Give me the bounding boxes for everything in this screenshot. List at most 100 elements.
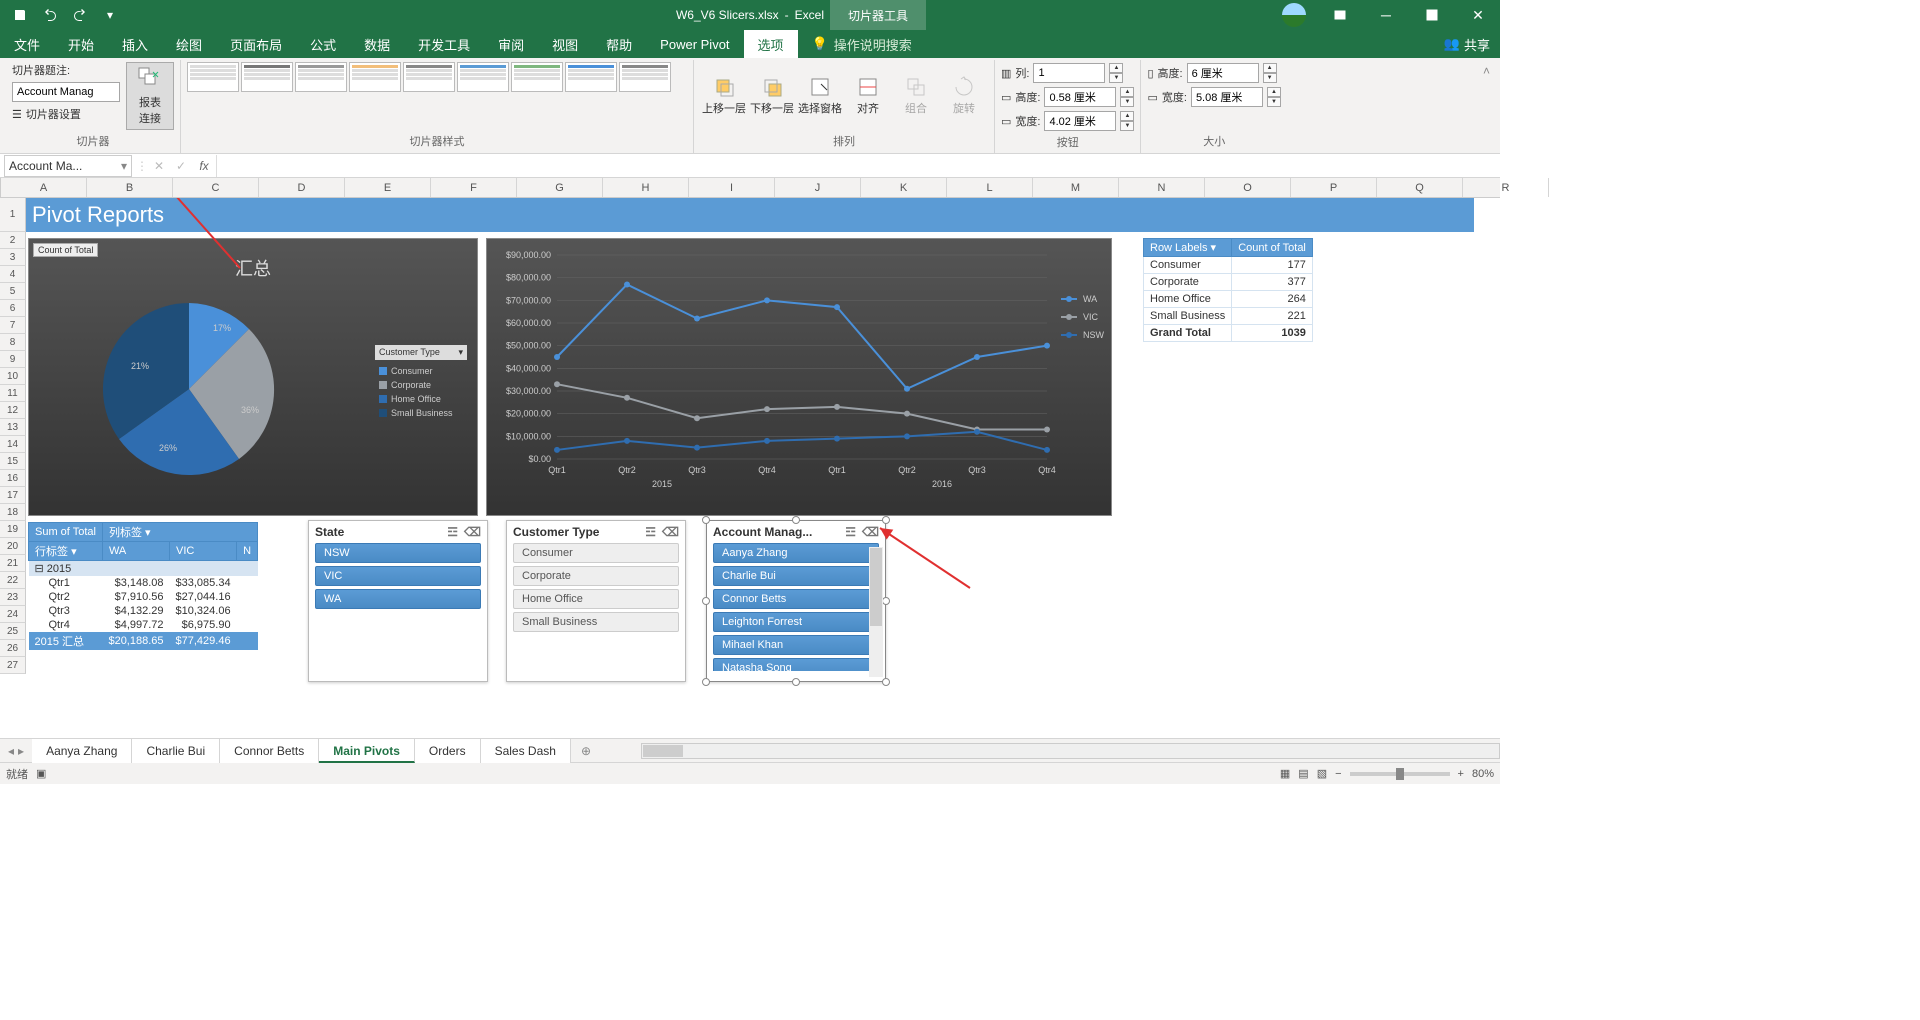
view-pagebreak-icon[interactable]: ▧ bbox=[1317, 767, 1327, 780]
new-sheet-button[interactable]: ⊕ bbox=[571, 744, 601, 758]
zoom-slider[interactable] bbox=[1350, 772, 1450, 776]
slicer-item[interactable]: Small Business bbox=[513, 612, 679, 632]
row-header[interactable]: 18 bbox=[0, 504, 26, 521]
sheet-tab[interactable]: Sales Dash bbox=[481, 739, 571, 763]
slicer-item[interactable]: Connor Betts bbox=[713, 589, 879, 609]
sheet-nav-last-icon[interactable]: ▸ bbox=[18, 744, 24, 758]
row-header[interactable]: 10 bbox=[0, 368, 26, 385]
ribbon-display-options-icon[interactable] bbox=[1318, 0, 1362, 30]
slicer-style-option[interactable] bbox=[349, 62, 401, 92]
slicer-style-gallery[interactable] bbox=[187, 62, 687, 92]
collapse-ribbon-icon[interactable]: ˄ bbox=[1479, 60, 1494, 153]
button-width-input[interactable] bbox=[1044, 111, 1116, 131]
column-header[interactable]: H bbox=[603, 178, 689, 197]
row-header[interactable]: 2 bbox=[0, 232, 26, 249]
slicer-item[interactable]: Consumer bbox=[513, 543, 679, 563]
maximize-button[interactable] bbox=[1410, 0, 1454, 30]
row-header[interactable]: 16 bbox=[0, 470, 26, 487]
row-header[interactable]: 24 bbox=[0, 606, 26, 623]
column-header[interactable]: D bbox=[259, 178, 345, 197]
minimize-button[interactable]: ─ bbox=[1364, 0, 1408, 30]
row-header[interactable]: 26 bbox=[0, 640, 26, 657]
multiselect-icon[interactable]: ☲ bbox=[845, 525, 856, 539]
formula-input[interactable] bbox=[216, 155, 1500, 177]
tab-developer[interactable]: 开发工具 bbox=[404, 30, 484, 58]
report-connections-button[interactable]: 报表 连接 bbox=[126, 62, 174, 130]
row-header[interactable]: 23 bbox=[0, 589, 26, 606]
sheet-tab[interactable]: Main Pivots bbox=[319, 739, 415, 763]
size-width-input[interactable] bbox=[1191, 87, 1263, 107]
row-header[interactable]: 20 bbox=[0, 538, 26, 555]
send-backward-button[interactable]: 下移一层 bbox=[748, 62, 796, 130]
tab-file[interactable]: 文件 bbox=[0, 30, 54, 58]
sheet-nav-first-icon[interactable]: ◂ bbox=[8, 744, 14, 758]
column-header[interactable]: M bbox=[1033, 178, 1119, 197]
columns-spinner[interactable]: ▲▼ bbox=[1109, 63, 1123, 83]
tab-pagelayout[interactable]: 页面布局 bbox=[216, 30, 296, 58]
pie-legend[interactable]: Customer Type▾ ConsumerCorporateHome Off… bbox=[375, 345, 467, 420]
button-height-input[interactable] bbox=[1044, 87, 1116, 107]
undo-icon[interactable] bbox=[36, 3, 64, 27]
save-icon[interactable] bbox=[6, 3, 34, 27]
selection-pane-button[interactable]: 选择窗格 bbox=[796, 62, 844, 130]
pie-chart[interactable]: Count of Total 汇总 17% 36% 26% 21% Custom… bbox=[28, 238, 478, 516]
row-header[interactable]: 1 bbox=[0, 198, 26, 232]
slicer-style-option[interactable] bbox=[241, 62, 293, 92]
clear-filter-icon[interactable]: ⌫ bbox=[862, 525, 879, 539]
close-button[interactable]: ✕ bbox=[1456, 0, 1500, 30]
user-avatar[interactable] bbox=[1282, 3, 1306, 27]
column-header[interactable]: I bbox=[689, 178, 775, 197]
sheet-tab[interactable]: Connor Betts bbox=[220, 739, 319, 763]
slicer-item[interactable]: Aanya Zhang bbox=[713, 543, 879, 563]
clear-filter-icon[interactable]: ⌫ bbox=[662, 525, 679, 539]
column-header[interactable]: C bbox=[173, 178, 259, 197]
line-chart[interactable]: $0.00$10,000.00$20,000.00$30,000.00$40,0… bbox=[486, 238, 1112, 516]
column-header[interactable]: B bbox=[87, 178, 173, 197]
row-header[interactable]: 19 bbox=[0, 521, 26, 538]
slicer-item[interactable]: Charlie Bui bbox=[713, 566, 879, 586]
slicer-item[interactable]: Mihael Khan bbox=[713, 635, 879, 655]
cancel-formula-icon[interactable]: ✕ bbox=[148, 159, 170, 173]
slicer-scrollbar[interactable] bbox=[869, 547, 883, 677]
align-button[interactable]: 对齐 bbox=[844, 62, 892, 130]
column-header[interactable]: K bbox=[861, 178, 947, 197]
slicer-style-option[interactable] bbox=[565, 62, 617, 92]
size-height-input[interactable] bbox=[1187, 63, 1259, 83]
column-header[interactable]: O bbox=[1205, 178, 1291, 197]
size-height-spinner[interactable]: ▲▼ bbox=[1263, 63, 1277, 83]
slicer-caption-input[interactable] bbox=[12, 82, 120, 102]
fx-icon[interactable]: fx bbox=[192, 159, 216, 173]
slicer-state[interactable]: State☲⌫ NSWVICWA bbox=[308, 520, 488, 682]
tab-options[interactable]: 选项 bbox=[744, 30, 798, 58]
row-header[interactable]: 9 bbox=[0, 351, 26, 368]
tab-insert[interactable]: 插入 bbox=[108, 30, 162, 58]
sheet-tab[interactable]: Orders bbox=[415, 739, 481, 763]
row-header[interactable]: 25 bbox=[0, 623, 26, 640]
zoom-out-icon[interactable]: − bbox=[1335, 768, 1341, 780]
horizontal-scrollbar[interactable] bbox=[641, 743, 1500, 759]
slicer-style-option[interactable] bbox=[187, 62, 239, 92]
view-pagelayout-icon[interactable]: ▤ bbox=[1298, 767, 1308, 780]
column-header[interactable]: P bbox=[1291, 178, 1377, 197]
column-header[interactable]: E bbox=[345, 178, 431, 197]
row-header[interactable]: 4 bbox=[0, 266, 26, 283]
slicer-item[interactable]: NSW bbox=[315, 543, 481, 563]
row-header[interactable]: 7 bbox=[0, 317, 26, 334]
tab-help[interactable]: 帮助 bbox=[592, 30, 646, 58]
slicer-item[interactable]: Natasha Song bbox=[713, 658, 879, 671]
multiselect-icon[interactable]: ☲ bbox=[447, 525, 458, 539]
slicer-style-option[interactable] bbox=[619, 62, 671, 92]
share-button[interactable]: 👥共享 bbox=[1444, 30, 1490, 58]
macro-record-icon[interactable]: ▣ bbox=[36, 767, 46, 780]
tab-review[interactable]: 审阅 bbox=[484, 30, 538, 58]
column-header[interactable]: N bbox=[1119, 178, 1205, 197]
columns-input[interactable] bbox=[1033, 63, 1105, 83]
column-header[interactable]: A bbox=[1, 178, 87, 197]
zoom-value[interactable]: 80% bbox=[1472, 768, 1494, 780]
bring-forward-button[interactable]: 上移一层 bbox=[700, 62, 748, 130]
view-normal-icon[interactable]: ▦ bbox=[1280, 767, 1290, 780]
clear-filter-icon[interactable]: ⌫ bbox=[464, 525, 481, 539]
enter-formula-icon[interactable]: ✓ bbox=[170, 159, 192, 173]
slicer-style-option[interactable] bbox=[403, 62, 455, 92]
slicer-account-manager[interactable]: Account Manag...☲⌫ Aanya ZhangCharlie Bu… bbox=[706, 520, 886, 682]
